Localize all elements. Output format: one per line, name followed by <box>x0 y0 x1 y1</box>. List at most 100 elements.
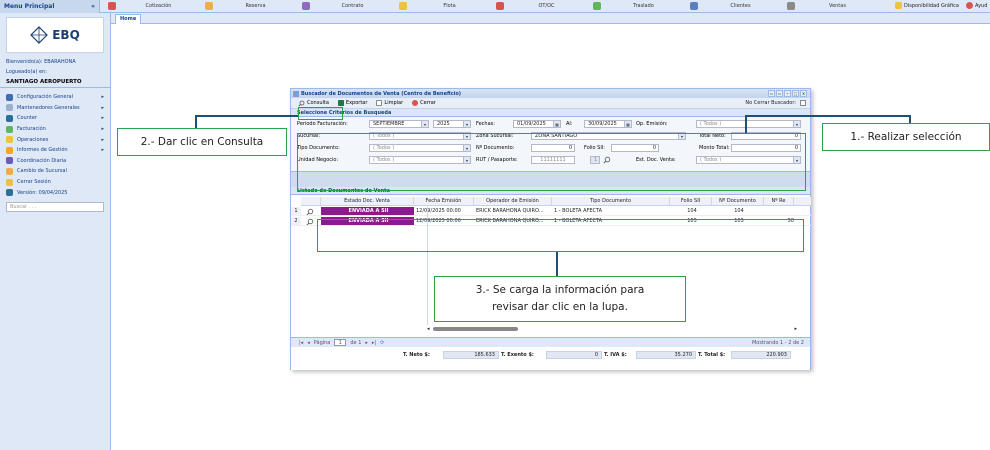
chevron-right-icon: ▸ <box>101 126 104 133</box>
scroll-right-icon[interactable]: ▸ <box>794 326 797 332</box>
col-fecha[interactable]: Fecha Emisión <box>414 197 474 205</box>
step2-callout: 2.- Dar clic en Consulta <box>117 128 287 156</box>
first-page-icon[interactable]: |◂ <box>299 340 303 346</box>
restore-icon[interactable]: ▫ <box>768 90 775 97</box>
chevron-right-icon: ▸ <box>101 136 104 143</box>
topnav-item-5[interactable]: Traslado <box>593 0 686 13</box>
tab-home[interactable]: Home <box>115 14 141 24</box>
folio-cell: 104 <box>687 208 697 214</box>
topnav-item-1[interactable]: Reserva <box>205 0 298 13</box>
menu-item-icon <box>6 157 13 165</box>
sidebar-item-label: Informes de Gestión <box>17 147 68 154</box>
next-page-icon[interactable]: ▸ <box>365 340 368 346</box>
fecha-desde-input[interactable]: 01/09/2025 ▦ <box>513 120 561 128</box>
limpiar-button[interactable]: Limpiar <box>373 99 406 107</box>
tipo-cell: 1 - BOLETA AFECTA <box>554 208 603 214</box>
fecha-hasta-input[interactable]: 30/09/2025 ▦ <box>584 120 632 128</box>
menu-item-icon <box>6 136 13 144</box>
col-tipo[interactable]: Tipo Documento <box>552 197 670 205</box>
sidebar-item-label: Versión: 09/04/2025 <box>17 189 68 196</box>
connector-line <box>745 115 747 133</box>
magnifier-icon[interactable] <box>306 208 314 215</box>
nav-label: Ventas <box>829 3 846 9</box>
top-nav: Cotización Reserva Contrato Flota OT/OC Trasl… <box>100 0 880 13</box>
last-page-icon[interactable]: ▸| <box>372 340 376 346</box>
table-row[interactable]: ENVIADA A SII 12/09/2025 00:00 ERICK BAR… <box>301 207 811 216</box>
maximize-icon[interactable]: □ <box>792 90 799 97</box>
sidebar-item[interactable]: Informes de Gestión ▸ <box>0 145 110 156</box>
prev-page-icon[interactable]: ◂ <box>307 340 310 346</box>
menu-item-icon <box>6 93 13 101</box>
col-operador[interactable]: Operador de Emisión <box>474 197 552 205</box>
topnav-item-4[interactable]: OT/OC <box>496 0 589 13</box>
search-icon <box>298 100 305 107</box>
topnav-item-6[interactable]: Clientes <box>690 0 783 13</box>
scroll-left-icon[interactable]: ◂ <box>427 326 430 332</box>
nav-icon <box>690 2 698 10</box>
periodo-mes-select[interactable]: SEPTIEMBRE ▾ <box>369 120 429 128</box>
de-label: de 1 <box>350 339 362 346</box>
page-input[interactable]: 1 <box>334 339 347 346</box>
topnav-item-7[interactable]: Ventas <box>787 0 880 13</box>
minimize-icon[interactable]: – <box>784 90 791 97</box>
lupa-cell[interactable] <box>301 207 321 215</box>
nre-cell <box>764 207 794 215</box>
col-estado[interactable]: Estado Doc. Venta <box>321 197 414 205</box>
sidebar-item[interactable]: Versión: 09/04/2025 <box>0 187 110 198</box>
ayuda-link[interactable]: Ayud <box>966 2 987 9</box>
menu-item-icon <box>6 125 13 133</box>
close-icon[interactable]: × <box>800 90 807 97</box>
col-folio[interactable]: Folio SII <box>670 197 712 205</box>
sidebar-item[interactable]: Operaciones ▸ <box>0 134 110 145</box>
sidebar-item[interactable]: Counter ▸ <box>0 113 110 124</box>
scrollbar-thumb[interactable] <box>433 327 518 331</box>
ndoc-cell: 104 <box>734 208 744 214</box>
ayuda-label: Ayud <box>975 2 988 9</box>
topnav-item-3[interactable]: Flota <box>399 0 492 13</box>
connector-line <box>195 115 197 128</box>
disponibilidad-link[interactable]: Disponibilidad Gráfica <box>895 2 959 9</box>
col-ndoc[interactable]: Nº Documento <box>712 197 764 205</box>
refresh-icon[interactable]: ⟳ <box>380 340 384 346</box>
excel-icon <box>337 100 344 106</box>
chevron-right-icon: ▸ <box>101 115 104 122</box>
sidebar-item[interactable]: Mantenedores Generales ▸ <box>0 103 110 114</box>
no-cerrar-checkbox[interactable] <box>800 100 806 106</box>
sidebar-item[interactable]: Cambio de Sucursal <box>0 166 110 177</box>
op-emision-select[interactable]: ( Todos ) ▾ <box>696 120 801 128</box>
col-nre[interactable]: Nº Re <box>764 197 794 205</box>
logo-diamond-icon <box>30 26 49 44</box>
neto-value: 185.633 <box>443 351 499 359</box>
sidebar-item[interactable]: Cerrar Sesión <box>0 177 110 188</box>
limpiar-label: Limpiar <box>384 100 404 106</box>
fecha-cell: 12/09/2025 00:00 <box>416 208 461 214</box>
exportar-button[interactable]: Exportar <box>335 99 371 107</box>
sidebar-item-label: Mantenedores Generales <box>17 104 80 111</box>
cerrar-button[interactable]: Cerrar <box>409 99 439 107</box>
nav-label: Flota <box>443 3 456 9</box>
topnav-item-0[interactable]: Cotización <box>108 0 201 13</box>
sidebar-item[interactable]: Configuración General ▸ <box>0 92 110 103</box>
estado-badge: ENVIADA A SII <box>321 207 414 215</box>
nav-icon <box>593 2 601 10</box>
rows-highlight <box>317 219 804 252</box>
op-emision-value: ( Todos ) <box>700 121 722 127</box>
periodo-anio-select[interactable]: 2025 ▾ <box>433 120 471 128</box>
collapse-menu-icon[interactable]: « <box>91 3 95 10</box>
pin-icon[interactable]: ▫ <box>776 90 783 97</box>
menu-item-icon <box>6 114 13 122</box>
fechas-label: Fechas: <box>476 121 495 127</box>
horizontal-scrollbar[interactable]: ◂ ▸ <box>427 326 797 332</box>
sidebar-menu: Configuración General ▸ Mantenedores Gener… <box>0 92 110 198</box>
close-circle-icon <box>412 100 419 106</box>
sidebar-item[interactable]: Coordinación Diaria <box>0 156 110 167</box>
sidebar-item[interactable]: Facturación ▸ <box>0 124 110 135</box>
menu-title: Menu Principal <box>4 2 55 10</box>
window-icon <box>293 91 299 97</box>
magnifier-icon[interactable] <box>306 218 314 225</box>
nav-icon <box>108 2 116 10</box>
total-value: 220.903 <box>731 351 791 359</box>
topnav-item-2[interactable]: Contrato <box>302 0 395 13</box>
sidebar-search-input[interactable]: Buscar . . . <box>6 201 104 212</box>
connector-line <box>195 115 298 117</box>
